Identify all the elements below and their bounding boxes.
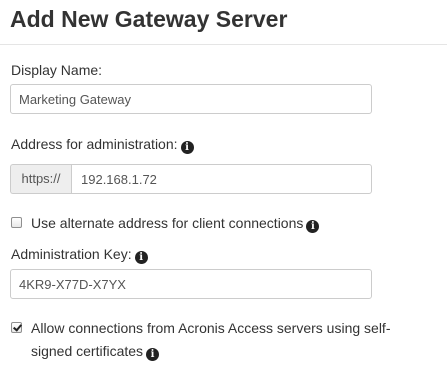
self-signed-label-line2: signed certificates	[31, 343, 144, 359]
self-signed-option[interactable]: Allow connections from Acronis Access se…	[11, 317, 390, 363]
admin-address-input[interactable]	[71, 164, 372, 194]
display-name-input[interactable]	[10, 84, 372, 114]
alternate-address-label: Use alternate address for client connect…	[31, 215, 304, 231]
admin-key-label: Administration Key: i	[11, 245, 148, 264]
self-signed-label-line1: Allow connections from Acronis Access se…	[31, 320, 391, 336]
https-prefix-addon: https://	[10, 164, 71, 194]
self-signed-checkbox[interactable]	[11, 322, 22, 333]
admin-address-label: Address for administration: i	[11, 135, 194, 154]
info-icon[interactable]: i	[306, 220, 320, 233]
page-title: Add New Gateway Server	[10, 6, 288, 32]
info-icon[interactable]: i	[180, 141, 194, 154]
alternate-address-checkbox[interactable]	[11, 217, 22, 228]
info-icon[interactable]: i	[134, 251, 148, 264]
admin-address-group: https://	[10, 164, 372, 194]
admin-key-input[interactable]	[10, 269, 372, 299]
info-icon[interactable]: i	[146, 348, 160, 361]
dialog-header: Add New Gateway Server	[0, 0, 447, 45]
alternate-address-option[interactable]: Use alternate address for client connect…	[11, 212, 320, 235]
display-name-label: Display Name:	[11, 62, 103, 78]
